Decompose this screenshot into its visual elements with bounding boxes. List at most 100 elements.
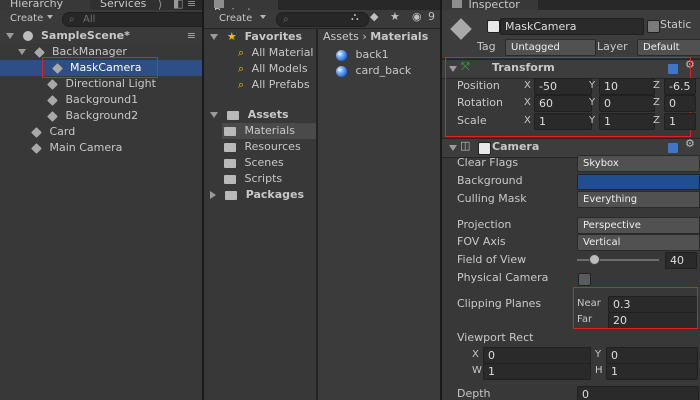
active-checkbox[interactable] [487, 20, 500, 33]
viewport-y-field[interactable]: 0 [606, 347, 698, 364]
tab-inspector[interactable]: Inspector [442, 0, 538, 10]
packages-header[interactable]: Packages [210, 187, 316, 203]
culling-mask-label: Culling Mask [457, 192, 527, 205]
gameobject-icon [31, 126, 42, 138]
dropdown-arrow-icon [260, 15, 266, 19]
folder-icon [224, 126, 236, 136]
fov-axis-dropdown[interactable]: Vertical [577, 234, 700, 251]
create-button[interactable]: Create [219, 12, 252, 26]
folder-item-scenes[interactable]: Scenes [224, 155, 316, 171]
search-input[interactable]: ⌕ All [62, 12, 202, 27]
favorites-title: Favorites [244, 30, 303, 43]
projection-dropdown[interactable]: Perspective [577, 217, 700, 234]
scale-y-field[interactable]: 1 [599, 113, 655, 130]
tab-hierarchy[interactable]: Hierarchy [0, 0, 90, 10]
clear-flags-dropdown[interactable]: Skybox [577, 155, 700, 172]
expand-arrow-icon [18, 49, 26, 55]
rotation-x-label: X [524, 97, 531, 108]
folder-icon [224, 142, 236, 152]
folder-item-scripts[interactable]: Scripts [224, 171, 316, 187]
asset-item-back1[interactable]: back1 [336, 47, 436, 63]
search-icon: ⌕ [238, 62, 245, 75]
rotation-y-field[interactable]: 0 [599, 95, 655, 112]
field-of-view-slider-thumb[interactable] [589, 254, 600, 265]
favorites-item-all-models[interactable]: ⌕ All Models [238, 61, 316, 77]
scale-x-field[interactable]: 1 [534, 113, 592, 130]
folder-item-resources[interactable]: Resources [224, 139, 316, 155]
object-name-field[interactable]: MaskCamera [500, 18, 644, 35]
settings-icon[interactable]: ⚙ [685, 137, 695, 150]
favorites-item-label: All Prefabs [251, 78, 310, 91]
favorites-item-label: All Models [251, 62, 308, 75]
tree-item-label: Background2 [65, 109, 139, 122]
depth-field[interactable]: 0 [577, 386, 699, 400]
static-checkbox[interactable] [647, 20, 660, 33]
expand-arrow-icon [6, 33, 14, 39]
viewport-w-field[interactable]: 1 [483, 363, 591, 380]
project-tabbar: Project [204, 0, 440, 18]
scene-row[interactable]: SampleScene* ≡ [0, 28, 202, 44]
tree-item-card[interactable]: Card [31, 124, 202, 140]
background-color-swatch[interactable] [577, 174, 700, 190]
viewport-x-field[interactable]: 0 [483, 347, 591, 364]
folder-icon [224, 174, 236, 184]
camera-enabled-checkbox[interactable] [478, 142, 491, 155]
help-icon[interactable] [668, 143, 678, 153]
breadcrumb-item[interactable]: Assets [323, 30, 359, 43]
tree-item-background1[interactable]: Background1 [47, 92, 202, 108]
favorite-icon[interactable]: ★ [390, 10, 400, 23]
camera-icon: ◫ [460, 139, 471, 152]
position-y-field[interactable]: 10 [599, 78, 655, 95]
static-label: Static [660, 18, 692, 31]
project-panel: Project Create ⌕ ⛬ ◆ ★ ◉ 9 ★ Favorites ⌕… [204, 0, 440, 400]
menu-icon[interactable]: ≡ [187, 0, 196, 10]
material-sphere-icon [336, 65, 347, 77]
search-icon: ⌕ [238, 46, 245, 59]
lock-icon[interactable]: ◧ [173, 0, 183, 10]
depth-label: Depth [457, 387, 491, 400]
hidden-packages-icon[interactable]: ◉ [412, 10, 422, 23]
folder-icon [226, 110, 239, 120]
favorites-item-all-material[interactable]: ⌕ All Material [238, 45, 316, 61]
create-button[interactable]: Create [10, 12, 43, 26]
scene-menu-icon[interactable]: ≡ [187, 28, 196, 44]
viewport-h-field[interactable]: 1 [606, 363, 698, 380]
tree-item-main-camera[interactable]: Main Camera [31, 140, 202, 156]
asset-item-card-back[interactable]: card_back [336, 63, 436, 79]
camera-title: Camera [492, 140, 540, 153]
breadcrumb-item[interactable]: Materials [370, 30, 428, 43]
layer-label: Layer [597, 40, 628, 53]
background-label: Background [457, 174, 523, 187]
search-placeholder: All [83, 14, 96, 25]
viewport-w-label: W [472, 365, 482, 376]
favorites-item-label: All Material [251, 46, 314, 59]
position-x-field[interactable]: -50 [534, 78, 592, 95]
favorites-header[interactable]: ★ Favorites [210, 29, 316, 45]
position-x-label: X [524, 80, 531, 91]
culling-mask-dropdown[interactable]: Everything [577, 191, 700, 208]
filter-type-icon[interactable]: ⛬ [351, 10, 359, 24]
position-z-field[interactable]: -6.5 [664, 78, 696, 95]
gameobject-large-icon [450, 18, 472, 40]
folder-item-materials[interactable]: Materials [222, 123, 316, 139]
dropdown-arrow-icon [47, 15, 53, 19]
rotation-x-field[interactable]: 60 [534, 95, 592, 112]
tag-dropdown[interactable]: Untagged [505, 39, 596, 56]
scale-z-field[interactable]: 1 [664, 113, 696, 130]
filter-label-icon[interactable]: ◆ [370, 10, 378, 23]
rotation-z-field[interactable]: 0 [664, 95, 696, 112]
layer-dropdown[interactable]: Default [637, 39, 700, 56]
folder-item-label: Scripts [244, 172, 283, 185]
expand-arrow-icon [210, 34, 218, 40]
tree-item-directional-light[interactable]: Directional Light [47, 76, 202, 92]
physical-camera-checkbox[interactable] [578, 273, 591, 286]
tree-item-background2[interactable]: Background2 [47, 108, 202, 124]
tab-services[interactable]: Services [90, 0, 180, 10]
tab-project[interactable]: Project [204, 0, 278, 18]
hierarchy-panel: Hierarchy Services ⟩ ◧ ≡ Create ⌕ All Sa… [0, 0, 202, 400]
assets-header[interactable]: Assets [210, 107, 316, 123]
rotation-label: Rotation [457, 96, 504, 109]
field-of-view-field[interactable]: 40 [665, 252, 697, 269]
project-tree: ★ Favorites ⌕ All Material ⌕ All Models … [204, 29, 316, 400]
favorites-item-all-prefabs[interactable]: ⌕ All Prefabs [238, 77, 316, 93]
